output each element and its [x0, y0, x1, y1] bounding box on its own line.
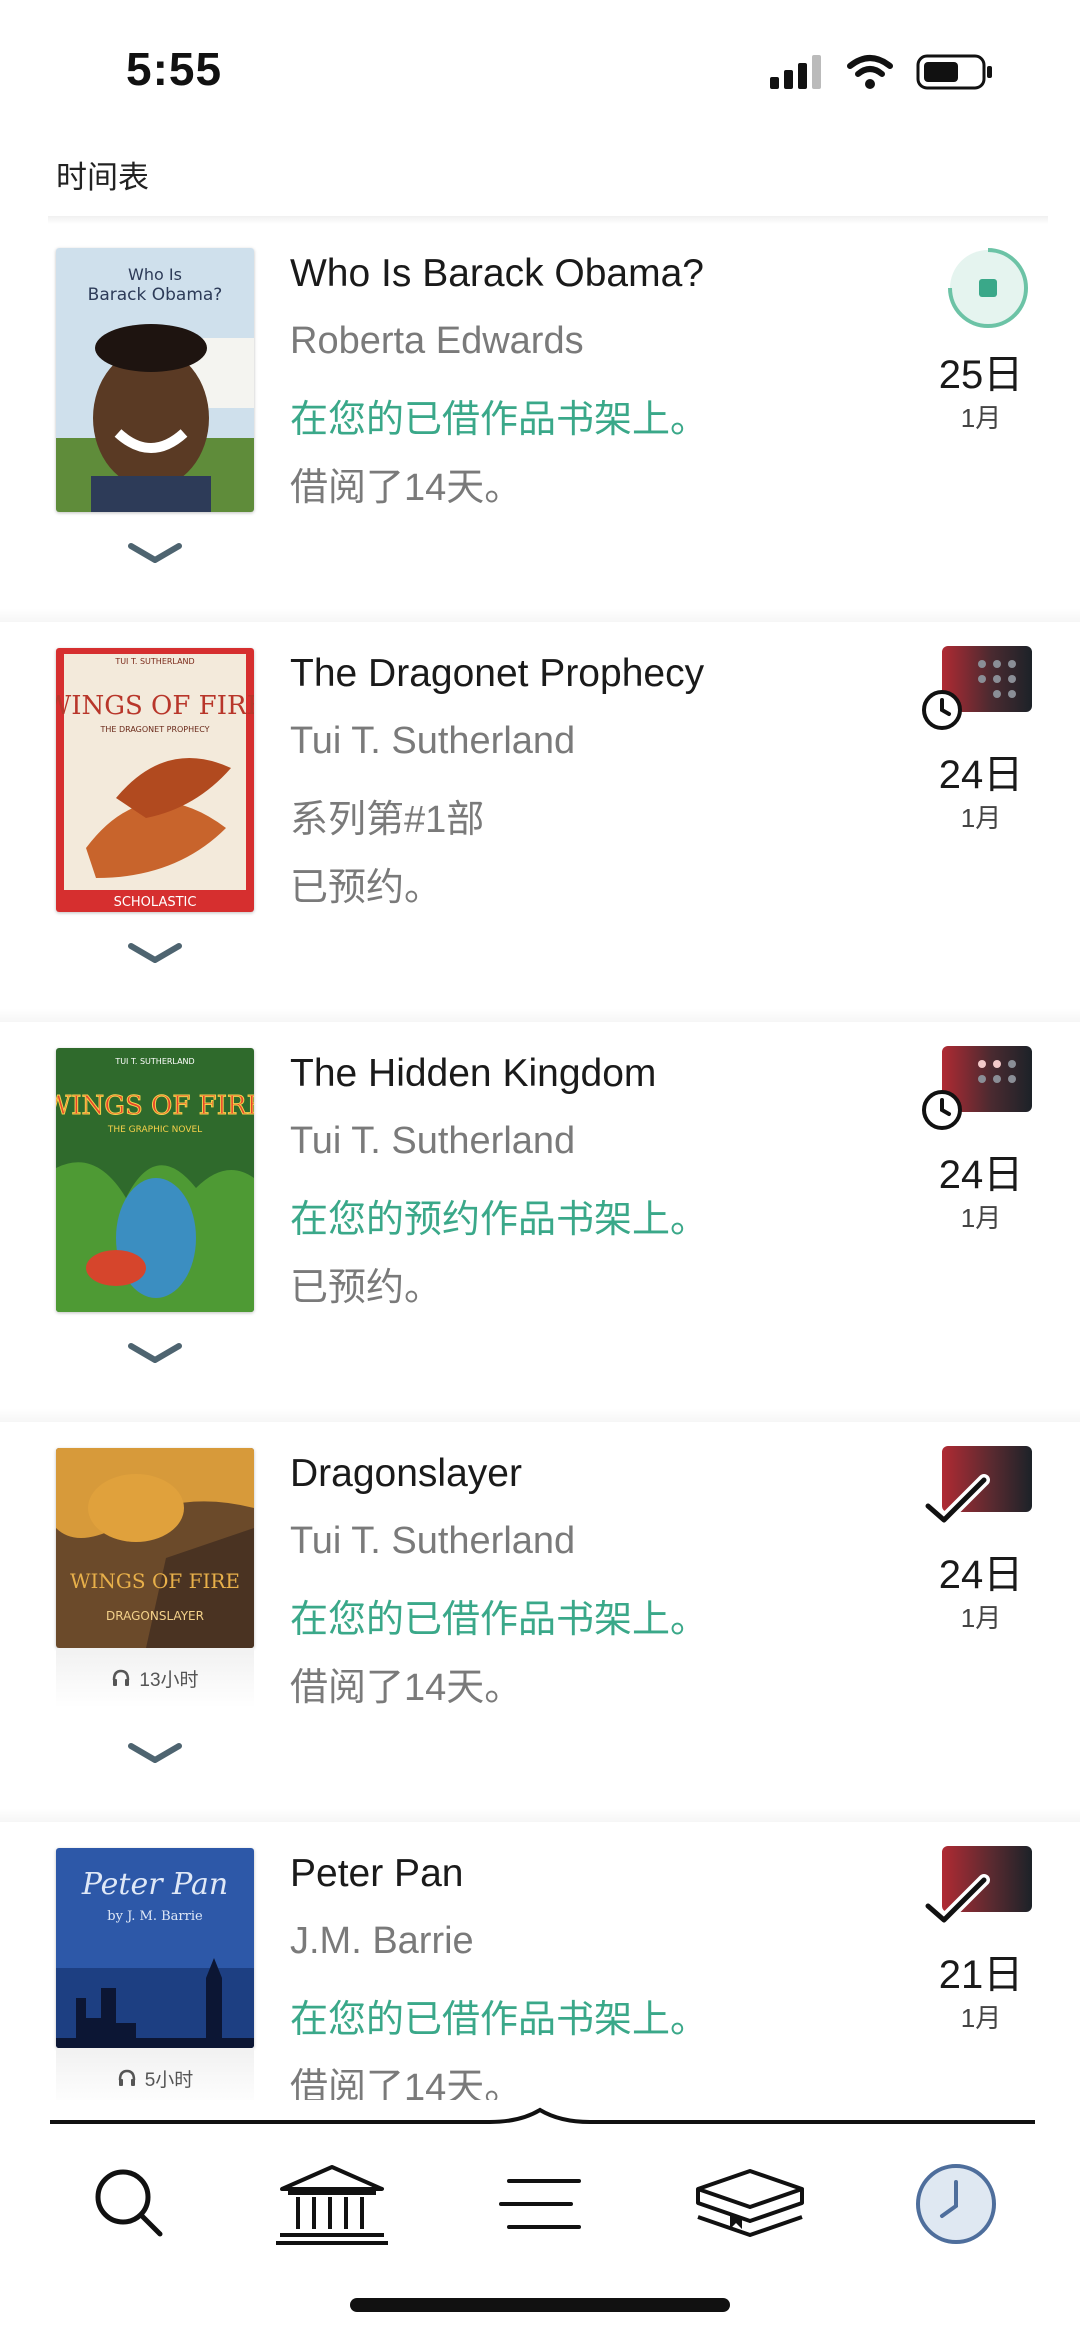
audio-duration-text: 13小时: [139, 1669, 199, 1691]
list-item[interactable]: Peter Pan by J. M. Barrie 5小时 Peter Pan …: [0, 1822, 1080, 2112]
list-item[interactable]: TUI T. SUTHERLAND WINGS OF FIRE THE GRAP…: [0, 1022, 1080, 1422]
timeline-list[interactable]: Who Is Barack Obama? Who Is Barack Obama…: [0, 222, 1080, 2112]
hold-icon: [922, 1046, 1032, 1130]
date-month: 1月: [960, 403, 1002, 433]
status-bar: 5:55: [0, 0, 1080, 140]
cover-top-text: Who Is: [128, 265, 182, 284]
battery-icon: [916, 54, 992, 90]
search-icon: [95, 2169, 163, 2237]
cover-subtitle-text: by J. M. Barrie: [107, 1909, 203, 1924]
book-status-text: 在您的已借作品书架上。: [290, 1999, 709, 2041]
book-title[interactable]: Dragonslayer: [290, 1452, 522, 1496]
book-loan-text: 借阅了14天。: [290, 467, 523, 509]
date-month: 1月: [960, 1203, 1002, 1233]
audiobook-duration: 13小时: [56, 1648, 254, 1708]
audiobook-duration: 5小时: [56, 2048, 254, 2108]
date-month: 1月: [960, 1603, 1002, 1633]
borrowed-check-icon: [922, 1846, 1032, 1926]
book-cover[interactable]: WINGS OF FIRE DRAGONSLAYER: [56, 1448, 254, 1648]
library-building-icon: [276, 2165, 388, 2245]
list-item[interactable]: Who Is Barack Obama? Who Is Barack Obama…: [0, 222, 1080, 622]
list-item[interactable]: TUI T. SUTHERLAND WINGS OF FIRE THE DRAG…: [0, 622, 1080, 1022]
date-day: 25日: [938, 353, 1024, 397]
cover-title-text: Barack Obama?: [88, 285, 223, 305]
book-author: Tui T. Sutherland: [290, 1520, 576, 1562]
expand-chevron-icon[interactable]: [125, 1338, 185, 1368]
clock-icon: [916, 2164, 996, 2244]
headphones-icon: [118, 2069, 135, 2086]
cover-subtitle-text: DRAGONSLAYER: [106, 1609, 204, 1623]
book-hold-text: 已预约。: [290, 867, 443, 909]
book-cover[interactable]: Peter Pan by J. M. Barrie: [56, 1848, 254, 2048]
cover-title-text: Peter Pan: [81, 1867, 228, 1902]
nav-libraries-button[interactable]: [272, 2144, 392, 2264]
books-stack-icon: [696, 2169, 804, 2237]
cover-subtitle-text: THE GRAPHIC NOVEL: [107, 1125, 202, 1135]
nav-divider: [50, 2107, 1035, 2124]
book-status-text: 在您的预约作品书架上。: [290, 1199, 709, 1241]
book-title[interactable]: The Dragonet Prophecy: [290, 652, 704, 696]
cover-top-text: TUI T. SUTHERLAND: [114, 657, 194, 666]
book-author: J.M. Barrie: [290, 1920, 474, 1962]
nav-shelf-button[interactable]: [690, 2144, 810, 2264]
borrowed-progress-icon: [948, 248, 1028, 328]
nav-timeline-button[interactable]: [896, 2144, 1016, 2264]
cover-title-text: WINGS OF FIRE: [56, 1091, 254, 1121]
cover-brand-text: SCHOLASTIC: [114, 895, 197, 910]
book-cover[interactable]: TUI T. SUTHERLAND WINGS OF FIRE THE DRAG…: [56, 648, 254, 912]
cover-subtitle-text: THE DRAGONET PROPHECY: [99, 725, 209, 734]
expand-chevron-icon[interactable]: [125, 1738, 185, 1768]
status-time: 5:55: [126, 43, 223, 95]
date-day: 21日: [938, 1953, 1024, 1997]
date-day: 24日: [938, 753, 1024, 797]
audio-duration-text: 5小时: [144, 2069, 194, 2091]
book-status-text: 在您的已借作品书架上。: [290, 1599, 709, 1641]
page-title: 时间表: [56, 160, 149, 195]
book-author: Tui T. Sutherland: [290, 1120, 576, 1162]
nav-search-button[interactable]: [70, 2144, 190, 2264]
date-day: 24日: [938, 1153, 1024, 1197]
book-hold-text: 已预约。: [290, 1267, 443, 1309]
headphones-icon: [113, 1669, 130, 1686]
expand-chevron-icon[interactable]: [125, 538, 185, 568]
book-title[interactable]: The Hidden Kingdom: [290, 1052, 656, 1096]
hold-icon: [922, 646, 1032, 730]
expand-chevron-icon[interactable]: [125, 938, 185, 968]
book-cover[interactable]: TUI T. SUTHERLAND WINGS OF FIRE THE GRAP…: [56, 1048, 254, 1312]
date-month: 1月: [960, 803, 1002, 833]
book-status-text: 在您的已借作品书架上。: [290, 399, 709, 441]
date-month: 1月: [960, 2003, 1002, 2033]
cover-top-text: TUI T. SUTHERLAND: [114, 1057, 194, 1066]
cover-title-text: WINGS OF FIRE: [70, 1569, 240, 1593]
book-title[interactable]: Who Is Barack Obama?: [290, 252, 704, 296]
nav-menu-button[interactable]: [480, 2144, 600, 2264]
wifi-icon: [847, 55, 893, 89]
home-indicator: [350, 2298, 730, 2312]
book-author: Roberta Edwards: [290, 320, 584, 362]
book-series-text: 系列第#1部: [290, 799, 485, 841]
book-title[interactable]: Peter Pan: [290, 1852, 463, 1896]
date-day: 24日: [938, 1553, 1024, 1597]
cellular-signal-icon: [770, 55, 821, 89]
borrowed-check-icon: [922, 1446, 1032, 1526]
book-loan-text: 借阅了14天。: [290, 1667, 523, 1709]
book-author: Tui T. Sutherland: [290, 720, 576, 762]
cover-title-text: WINGS OF FIRE: [56, 691, 254, 721]
book-cover[interactable]: Who Is Barack Obama?: [56, 248, 254, 512]
status-icons: [770, 52, 994, 92]
menu-icon: [499, 2179, 581, 2229]
list-item[interactable]: WINGS OF FIRE DRAGONSLAYER 13小时 Dragonsl…: [0, 1422, 1080, 1822]
